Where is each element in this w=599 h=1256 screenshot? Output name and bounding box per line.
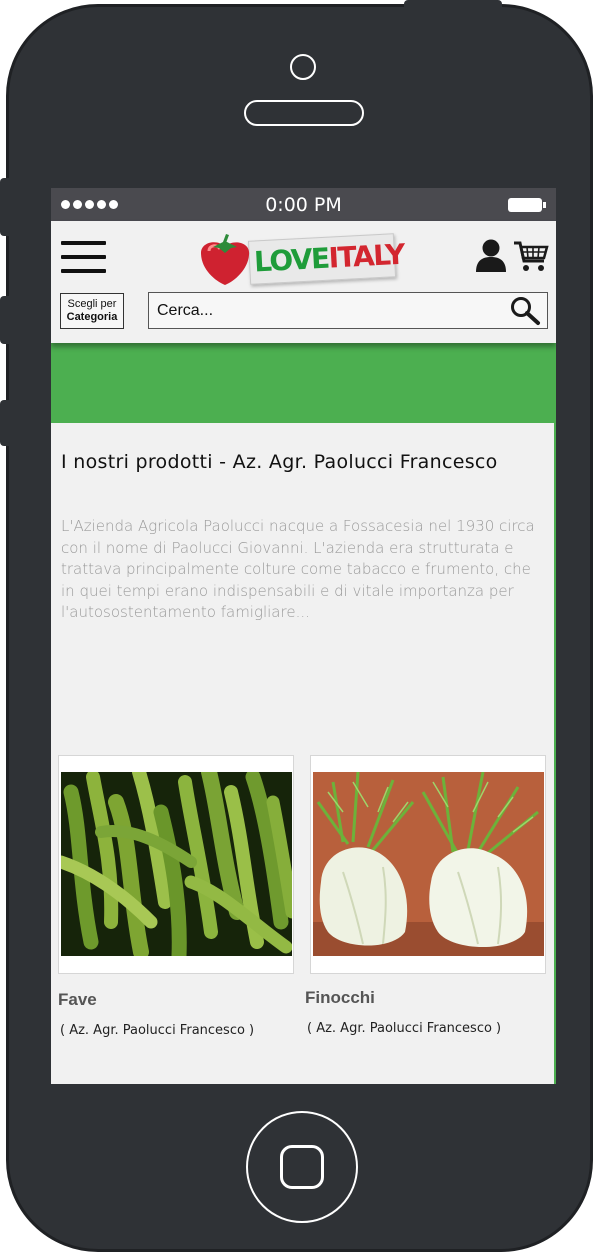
status-bar: 0:00 PM (51, 188, 556, 221)
power-button (404, 0, 502, 8)
shopping-cart-icon[interactable] (513, 239, 549, 273)
fava-beans-image (61, 772, 292, 956)
category-button-line2: Categoria (66, 311, 118, 323)
battery-icon (508, 198, 546, 212)
search-bar (148, 292, 548, 329)
product-producer: ( Az. Agr. Paolucci Francesco ) (307, 1021, 502, 1036)
main-content: I nostri prodotti - Az. Agr. Paolucci Fr… (51, 423, 556, 1084)
company-description: L'Azienda Agricola Paolucci nacque a Fos… (61, 517, 535, 621)
category-button-line1: Scegli per (67, 298, 117, 310)
hamburger-menu-icon[interactable] (61, 241, 106, 273)
product-image-frame[interactable] (58, 755, 294, 974)
fennel-image (313, 772, 544, 956)
search-icon[interactable] (509, 296, 541, 326)
green-banner (51, 343, 556, 423)
phone-screen: 0:00 PM LOVEITALY Scegli per Categoria C… (51, 188, 556, 1084)
product-name[interactable]: Finocchi (305, 988, 546, 1008)
product-producer: ( Az. Agr. Paolucci Francesco ) (60, 1023, 255, 1038)
product-name[interactable]: Fave (58, 990, 294, 1010)
status-time: 0:00 PM (265, 194, 342, 216)
front-camera (290, 54, 316, 80)
user-account-icon[interactable] (475, 238, 507, 272)
earpiece-speaker (244, 100, 364, 126)
loveitaly-logo[interactable]: LOVEITALY (193, 227, 405, 291)
search-input[interactable] (157, 299, 497, 323)
product-image-frame[interactable] (310, 755, 546, 974)
tomato-icon (201, 234, 250, 285)
app-header: LOVEITALY Scegli per Categoria (51, 221, 556, 343)
category-button[interactable]: Scegli per Categoria (60, 293, 124, 329)
volume-up-button (0, 296, 10, 344)
product-card[interactable]: Finocchi ( Az. Agr. Paolucci Francesco ) (305, 755, 546, 1036)
logo-wordmark: LOVEITALY (247, 233, 405, 285)
page-title: I nostri prodotti - Az. Agr. Paolucci Fr… (61, 451, 498, 473)
volume-down-button (0, 400, 10, 446)
mute-switch (0, 178, 10, 236)
product-card[interactable]: Fave ( Az. Agr. Paolucci Francesco ) (58, 755, 294, 1038)
home-button-icon (280, 1145, 324, 1189)
